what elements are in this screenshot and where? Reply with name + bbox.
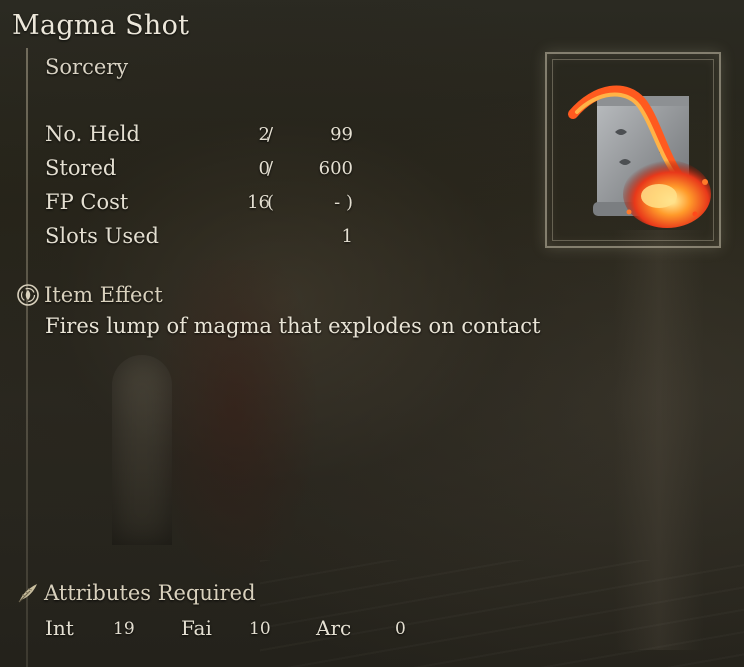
side-rule [26,48,28,667]
stat-value-max: 600 [318,158,353,179]
stat-label: Slots Used [45,224,159,248]
attr-value-int: 19 [113,619,135,639]
magma-scroll-icon [555,62,715,246]
attr-label-fai: Fai [181,616,212,640]
attributes-heading-label: Attributes Required [44,581,256,605]
stat-value-max: - ) [334,192,353,213]
stat-value-max: 1 [341,226,353,247]
stat-label: Stored [45,156,117,180]
attributes-heading: Attributes Required [16,581,256,605]
stat-separator: ( [267,192,275,213]
stats-table: No. Held 2 / 99 Stored 0 / 600 FP Cost 1… [45,122,365,258]
stat-separator: / [267,124,274,145]
attr-label-arc: Arc [316,616,352,640]
item-effect-icon [16,283,40,307]
attr-value-arc: 0 [395,619,406,639]
stat-separator: / [267,158,274,179]
stat-row-slots-used: Slots Used 1 [45,224,365,258]
item-image-frame [545,52,721,248]
item-effect-heading: Item Effect [16,283,163,307]
attr-label-int: Int [45,616,74,640]
background-foliage [150,260,320,590]
stat-label: FP Cost [45,190,129,214]
item-effect-heading-label: Item Effect [44,283,163,307]
attr-value-fai: 10 [249,619,271,639]
stat-row-fp-cost: FP Cost 16 ( - ) [45,190,365,224]
feather-icon [16,581,40,605]
background-arch [112,355,172,545]
item-type: Sorcery [45,55,129,79]
item-effect-text: Fires lump of magma that explodes on con… [45,314,541,338]
stat-row-stored: Stored 0 / 600 [45,156,365,190]
stat-value-max: 99 [330,124,353,145]
stat-row-held: No. Held 2 / 99 [45,122,365,156]
item-name: Magma Shot [12,10,190,41]
background-steps [260,560,744,667]
stat-label: No. Held [45,122,140,146]
